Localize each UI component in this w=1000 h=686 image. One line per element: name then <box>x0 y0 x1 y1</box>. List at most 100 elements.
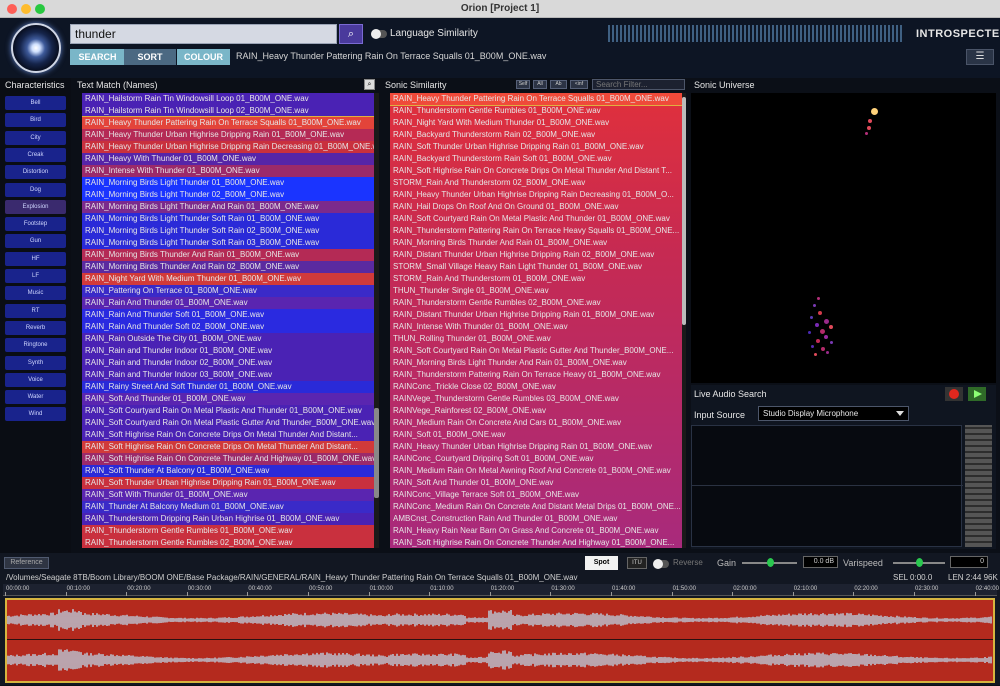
text-match-row[interactable]: RAIN_Rain and Thunder Indoor 03_B00M_ONE… <box>82 369 374 381</box>
characteristic-explosion[interactable]: Explosion <box>5 199 66 214</box>
universe-point[interactable] <box>817 297 820 300</box>
universe-point[interactable] <box>821 347 825 351</box>
universe-point[interactable] <box>815 323 819 327</box>
universe-point[interactable] <box>808 331 811 334</box>
sonic-similarity-row[interactable]: RAIN_Soft Courtyard Rain On Metal Plasti… <box>390 345 682 357</box>
characteristic-distortion[interactable]: Distortion <box>5 165 66 180</box>
universe-point[interactable] <box>868 119 872 123</box>
sonic-similarity-row[interactable]: RAIN_Soft Courtyard Rain On Metal Plasti… <box>390 213 682 225</box>
characteristic-rt[interactable]: RT <box>5 303 66 318</box>
sonic-similarity-row[interactable]: STORM_Small Village Heavy Rain Light Thu… <box>390 261 682 273</box>
sonic-similarity-row[interactable]: RAINVege_Rainforest 02_B00M_ONE.wav <box>390 405 682 417</box>
sonic-similarity-row[interactable]: RAIN_Heavy Rain Near Barn On Grass And C… <box>390 525 682 537</box>
self-button[interactable]: Self <box>516 80 530 89</box>
text-match-row[interactable]: RAIN_Thunderstorm Gentle Rumbles 01_B00M… <box>82 525 374 537</box>
characteristic-creak[interactable]: Creak <box>5 147 66 162</box>
sonic-similarity-row[interactable]: STORM_Rain And Thunderstorm 01_B00M_ONE.… <box>390 273 682 285</box>
gain-slider-thumb[interactable] <box>766 558 774 567</box>
universe-point[interactable] <box>816 339 820 343</box>
text-match-row[interactable]: RAIN_Hailstorm Rain Tin Windowsill Loop … <box>82 93 374 105</box>
tab-sort[interactable]: SORT <box>124 49 176 65</box>
sonic-similarity-row[interactable]: RAIN_Distant Thunder Urban Highrise Drip… <box>390 249 682 261</box>
text-match-row[interactable]: RAIN_Night Yard With Medium Thunder 01_B… <box>82 273 374 285</box>
universe-point[interactable] <box>830 341 833 344</box>
text-match-row[interactable]: RAIN_Rain And Thunder Soft 01_B00M_ONE.w… <box>82 309 374 321</box>
characteristic-footstep[interactable]: Footstep <box>5 217 66 232</box>
text-match-row[interactable]: RAIN_Morning Birds Light Thunder 01_B00M… <box>82 177 374 189</box>
ab-button[interactable]: Ab <box>550 80 567 89</box>
characteristic-gun[interactable]: Gun <box>5 234 66 249</box>
waveform-display[interactable] <box>5 598 995 683</box>
characteristic-water[interactable]: Water <box>5 390 66 405</box>
text-match-row[interactable]: RAIN_Morning Birds Light Thunder Soft Ra… <box>82 213 374 225</box>
gain-slider[interactable] <box>742 558 797 567</box>
universe-point[interactable] <box>813 304 816 307</box>
text-match-row[interactable]: RAIN_Hailstorm Rain Tin Windowsill Loop … <box>82 105 374 117</box>
text-match-row[interactable]: RAIN_Heavy Thunder Urban Highrise Drippi… <box>82 129 374 141</box>
input-source-select[interactable]: Studio Display Microphone <box>758 406 909 421</box>
sonic-similarity-row[interactable]: THUN_Thunder Single 01_B00M_ONE.wav <box>390 285 682 297</box>
universe-point[interactable] <box>810 316 813 319</box>
record-icon[interactable] <box>945 387 963 401</box>
characteristic-music[interactable]: Music <box>5 286 66 301</box>
universe-point[interactable] <box>826 351 829 354</box>
text-match-row[interactable]: RAIN_Soft Courtyard Rain On Metal Plasti… <box>82 405 374 417</box>
search-filter-input[interactable]: Search Filter... <box>592 79 685 90</box>
text-match-row[interactable]: RAIN_Morning Birds Light Thunder Soft Ra… <box>82 225 374 237</box>
text-match-row[interactable]: RAIN_Soft With Thunder 01_B00M_ONE.wav <box>82 489 374 501</box>
characteristic-reverb[interactable]: Reverb <box>5 320 66 335</box>
text-match-row[interactable]: RAIN_Rain And Thunder 01_B00M_ONE.wav <box>82 297 374 309</box>
characteristic-ringtone[interactable]: Ringtone <box>5 338 66 353</box>
text-match-row[interactable]: RAIN_Soft Highrise Rain On Concrete Drip… <box>82 441 374 453</box>
characteristic-synth[interactable]: Synth <box>5 355 66 370</box>
sonic-similarity-scrollbar[interactable] <box>682 93 686 548</box>
sonic-similarity-row[interactable]: RAIN_Morning Birds Light Thunder And Rai… <box>390 357 682 369</box>
text-match-row[interactable]: RAIN_Soft And Thunder 01_B00M_ONE.wav <box>82 393 374 405</box>
sonic-similarity-row[interactable]: RAINVege_Thunderstorm Gentle Rumbles 03_… <box>390 393 682 405</box>
sonic-similarity-row[interactable]: RAIN_Hail Drops On Roof And On Ground 01… <box>390 201 682 213</box>
sonic-similarity-row[interactable]: RAIN_Thunderstorm Gentle Rumbles 02_B00M… <box>390 297 682 309</box>
sonic-similarity-row[interactable]: RAIN_Night Yard With Medium Thunder 01_B… <box>390 117 682 129</box>
characteristic-bird[interactable]: Bird <box>5 113 66 128</box>
sonic-similarity-row[interactable]: THUN_Rolling Thunder 01_B00M_ONE.wav <box>390 333 682 345</box>
text-match-row[interactable]: RAIN_Pattering On Terrace 01_B00M_ONE.wa… <box>82 285 374 297</box>
sonic-similarity-row[interactable]: RAINConc_Trickle Close 02_B00M_ONE.wav <box>390 381 682 393</box>
universe-point[interactable] <box>867 126 871 130</box>
sonic-similarity-row[interactable]: RAIN_Medium Rain On Concrete And Cars 01… <box>390 417 682 429</box>
itu-button[interactable]: ITU <box>627 557 647 569</box>
text-match-row[interactable]: RAIN_Soft Highrise Rain On Concrete Thun… <box>82 453 374 465</box>
sonic-similarity-row[interactable]: RAIN_Medium Rain On Metal Awning Roof An… <box>390 465 682 477</box>
spot-button[interactable]: Spot <box>585 556 618 570</box>
tab-search[interactable]: SEARCH <box>70 49 125 65</box>
text-match-row[interactable]: RAIN_Heavy Thunder Pattering Rain On Ter… <box>82 116 374 130</box>
sonic-similarity-row[interactable]: RAIN_Thunderstorm Pattering Rain On Terr… <box>390 369 682 381</box>
sonic-similarity-row[interactable]: RAIN_Intense With Thunder 01_B00M_ONE.wa… <box>390 321 682 333</box>
text-match-row[interactable]: RAIN_Morning Birds Thunder And Rain 02_B… <box>82 261 374 273</box>
tab-colour[interactable]: COLOUR <box>177 49 230 65</box>
sonic-similarity-row[interactable]: RAIN_Thunderstorm Gentle Rumbles 01_B00M… <box>390 105 682 117</box>
sonic-similarity-row[interactable]: RAIN_Soft 01_B00M_ONE.wav <box>390 429 682 441</box>
text-match-row[interactable]: RAIN_Morning Birds Thunder And Rain 01_B… <box>82 249 374 261</box>
zoom-icon[interactable]: ⌕ <box>364 79 375 90</box>
gain-value[interactable]: 0.0 dB <box>803 556 838 568</box>
sonic-similarity-row[interactable]: RAINConc_Courtyard Dripping Soft 01_B00M… <box>390 453 682 465</box>
text-match-row[interactable]: RAIN_Morning Birds Light Thunder 02_B00M… <box>82 189 374 201</box>
reverse-toggle[interactable] <box>653 559 669 569</box>
sonic-similarity-row[interactable]: RAIN_Heavy Thunder Pattering Rain On Ter… <box>390 93 682 106</box>
universe-point[interactable] <box>829 325 833 329</box>
text-match-row[interactable]: RAIN_Soft Thunder Urban Highrise Drippin… <box>82 477 374 489</box>
text-match-row[interactable]: RAIN_Soft Highrise Rain On Concrete Drip… <box>82 429 374 441</box>
text-match-row[interactable]: RAIN_Thunderstorm Gentle Rumbles 02_B00M… <box>82 537 374 548</box>
text-match-scrollbar[interactable] <box>374 93 379 548</box>
text-match-row[interactable]: RAIN_Rainy Street And Soft Thunder 01_B0… <box>82 381 374 393</box>
text-match-row[interactable]: RAIN_Rain Outside The City 01_B00M_ONE.w… <box>82 333 374 345</box>
sonic-similarity-row[interactable]: RAIN_Soft Highrise Rain On Concrete Drip… <box>390 165 682 177</box>
text-match-row[interactable]: RAIN_Morning Birds Light Thunder And Rai… <box>82 201 374 213</box>
universe-point[interactable] <box>824 335 828 339</box>
text-match-row[interactable]: RAIN_Intense With Thunder 01_B00M_ONE.wa… <box>82 165 374 177</box>
sonic-similarity-row[interactable]: RAIN_Distant Thunder Urban Highrise Drip… <box>390 309 682 321</box>
varispeed-slider-thumb[interactable] <box>916 558 923 567</box>
sonic-similarity-row[interactable]: RAIN_Soft Thunder Urban Highrise Drippin… <box>390 141 682 153</box>
text-match-row[interactable]: RAIN_Soft Courtyard Rain On Metal Plasti… <box>82 417 374 429</box>
sonic-similarity-row[interactable]: RAIN_Backyard Thunderstorm Rain Soft 01_… <box>390 153 682 165</box>
